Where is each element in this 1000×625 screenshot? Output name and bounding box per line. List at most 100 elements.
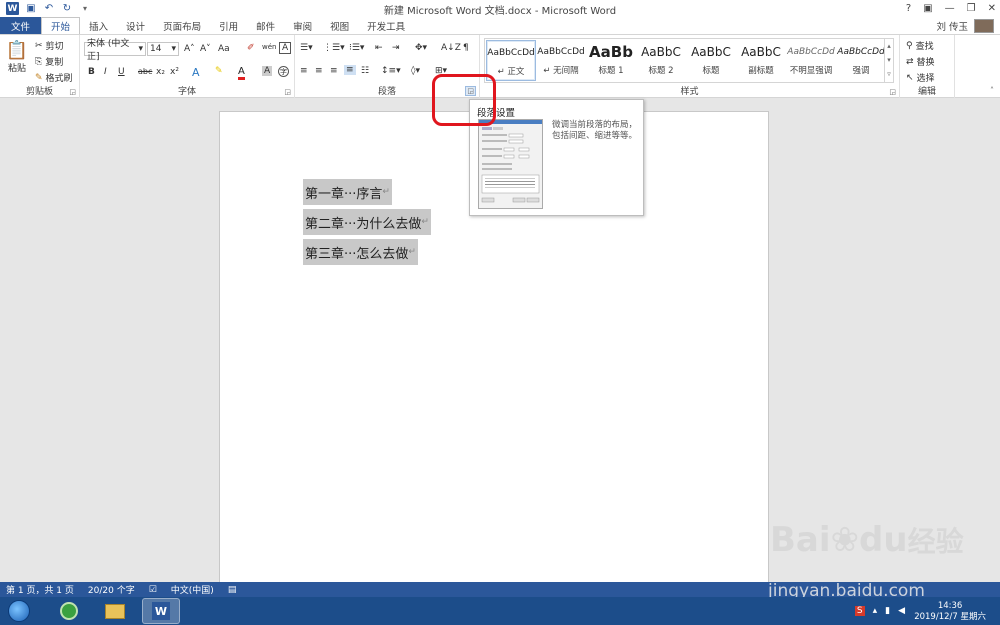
increase-indent-icon[interactable]: ⇥: [392, 43, 400, 53]
multilevel-list-icon[interactable]: ⁝☰▾: [349, 43, 364, 53]
font-size-combo[interactable]: 14 ▾: [147, 42, 179, 56]
bold-button[interactable]: B: [88, 67, 95, 77]
clock-date: 2019/12/7 星期六: [914, 612, 986, 622]
style-normal[interactable]: AaBbCcDd ↵ 正文: [486, 40, 536, 81]
restore-button[interactable]: ❐: [967, 3, 976, 14]
tab-insert[interactable]: 插入: [80, 17, 117, 34]
tab-view[interactable]: 视图: [321, 17, 358, 34]
close-button[interactable]: ✕: [988, 3, 996, 14]
user-name[interactable]: 刘 传玉: [936, 19, 968, 33]
style-emphasis[interactable]: AaBbCcDd 强调: [836, 40, 886, 81]
style-subtitle[interactable]: AaBbC 副标题: [736, 40, 786, 81]
style-no-spacing[interactable]: AaBbCcDd ↵ 无间隔: [536, 40, 586, 81]
style-heading2[interactable]: AaBbC 标题 2: [636, 40, 686, 81]
macro-icon[interactable]: ▤: [228, 585, 237, 595]
font-launcher-icon[interactable]: ◲: [284, 88, 291, 96]
strikethrough-button[interactable]: abc: [138, 67, 152, 76]
clock[interactable]: 14:36 2019/12/7 星期六: [914, 601, 986, 623]
style-heading1[interactable]: AaBb 标题 1: [586, 40, 636, 81]
window-controls: ? ▣ — ❐ ✕: [906, 0, 996, 17]
superscript-button[interactable]: x²: [170, 67, 179, 77]
document-line[interactable]: 第一章···序言 ↵: [303, 179, 392, 205]
word-logo-icon[interactable]: W: [6, 2, 19, 15]
clipboard-launcher-icon[interactable]: ◲: [69, 88, 76, 96]
word-count[interactable]: 20/20 个字: [88, 583, 135, 596]
align-right-icon[interactable]: ≡: [330, 66, 338, 76]
minimize-button[interactable]: —: [945, 3, 955, 14]
font-name-combo[interactable]: 宋体 (中文正] ▾: [84, 39, 146, 62]
ie-taskbar-icon[interactable]: [50, 598, 88, 624]
language-indicator[interactable]: 中文(中国): [171, 583, 214, 596]
find-button[interactable]: ⚲ 查找: [906, 39, 934, 53]
document-line[interactable]: 第二章···为什么去做 ↵: [303, 209, 431, 235]
subscript-button[interactable]: x₂: [156, 67, 165, 77]
styles-scroll[interactable]: ▴ ▾ ▿: [884, 39, 893, 82]
sort-icon[interactable]: A↓Z: [441, 43, 461, 53]
window-title: 新建 Microsoft Word 文档.docx - Microsoft Wo…: [383, 6, 617, 17]
decrease-indent-icon[interactable]: ⇤: [375, 43, 383, 53]
clear-format-icon[interactable]: ✐: [247, 43, 255, 53]
shading-icon[interactable]: ◊▾: [411, 66, 420, 76]
shrink-font-button[interactable]: A˅: [200, 44, 211, 54]
cut-button[interactable]: ✂ 剪切: [35, 39, 64, 53]
align-center-icon[interactable]: ≡: [315, 66, 323, 76]
copy-button[interactable]: ⎘ 复制: [35, 55, 63, 69]
ribbon-display-icon[interactable]: ▣: [923, 3, 932, 14]
page-count[interactable]: 第 1 页，共 1 页: [6, 583, 74, 596]
font-group: 宋体 (中文正] ▾ 14 ▾ A˄ A˅ Aa ✐ wén A B I U abc…: [80, 35, 295, 98]
align-left-icon[interactable]: ≡: [300, 66, 308, 76]
highlight-icon[interactable]: ✎: [215, 66, 223, 76]
volume-icon[interactable]: ◀: [898, 606, 905, 616]
style-title[interactable]: AaBbC 标题: [686, 40, 736, 81]
style-subtle-emphasis[interactable]: AaBbCcDd 不明显强调: [786, 40, 836, 81]
chinese-layout-icon[interactable]: ✥▾: [415, 43, 427, 53]
tab-file[interactable]: 文件: [0, 17, 42, 34]
tab-page-layout[interactable]: 页面布局: [154, 17, 210, 34]
text-effects-icon[interactable]: A: [192, 66, 200, 79]
char-shading-icon[interactable]: A: [262, 66, 273, 76]
font-color-button[interactable]: A: [238, 66, 245, 80]
explorer-taskbar-icon[interactable]: [96, 598, 134, 624]
redo-icon[interactable]: ↻: [61, 3, 73, 15]
ime-icon[interactable]: S: [854, 606, 865, 616]
italic-button[interactable]: I: [104, 67, 107, 77]
word-icon: W: [152, 602, 170, 620]
tab-mailings[interactable]: 邮件: [247, 17, 284, 34]
underline-button[interactable]: U: [118, 67, 125, 77]
undo-icon[interactable]: ↶: [43, 3, 55, 15]
customize-qat-icon[interactable]: ▾: [79, 3, 91, 15]
start-button[interactable]: [8, 600, 30, 622]
avatar[interactable]: [974, 19, 994, 33]
justify-icon[interactable]: ≡: [344, 65, 356, 75]
save-icon[interactable]: ▣: [25, 3, 37, 15]
network-icon[interactable]: ▮: [885, 606, 890, 616]
change-case-button[interactable]: Aa: [218, 44, 230, 54]
proofing-icon[interactable]: ☑: [149, 585, 157, 595]
phonetic-guide-icon[interactable]: wén: [262, 43, 276, 51]
tab-home[interactable]: 开始: [41, 17, 81, 35]
bullets-icon[interactable]: ☰▾: [300, 43, 313, 53]
select-button[interactable]: ↖ 选择: [906, 71, 935, 85]
show-hidden-icon[interactable]: ▴: [873, 606, 878, 616]
word-taskbar-icon[interactable]: W: [142, 598, 180, 624]
char-border-icon[interactable]: A: [279, 42, 292, 54]
replace-button[interactable]: ⇄ 替换: [906, 55, 935, 69]
collapse-ribbon-icon[interactable]: ˄: [990, 86, 994, 95]
clipboard-group: 📋 粘贴 ✂ 剪切 ⎘ 复制 ✎ 格式刷 剪贴板 ◲: [0, 35, 80, 98]
styles-launcher-icon[interactable]: ◲: [889, 88, 896, 96]
editing-label: 编辑: [917, 87, 936, 97]
enclose-char-icon[interactable]: 字: [278, 66, 289, 77]
distributed-icon[interactable]: ☷: [361, 66, 369, 76]
tab-references[interactable]: 引用: [210, 17, 247, 34]
tab-developer[interactable]: 开发工具: [358, 17, 414, 34]
format-painter-button[interactable]: ✎ 格式刷: [35, 71, 73, 85]
paste-button[interactable]: 📋 粘贴: [6, 40, 28, 74]
line-spacing-icon[interactable]: ↕≡▾: [381, 66, 401, 76]
numbering-icon[interactable]: ⋮☰▾: [323, 43, 345, 53]
tab-design[interactable]: 设计: [117, 17, 154, 34]
document-line[interactable]: 第三章···怎么去做 ↵: [303, 239, 418, 265]
help-icon[interactable]: ?: [906, 3, 911, 14]
tab-review[interactable]: 审阅: [284, 17, 321, 34]
show-marks-icon[interactable]: ¶: [463, 43, 469, 53]
grow-font-button[interactable]: A˄: [184, 44, 195, 54]
